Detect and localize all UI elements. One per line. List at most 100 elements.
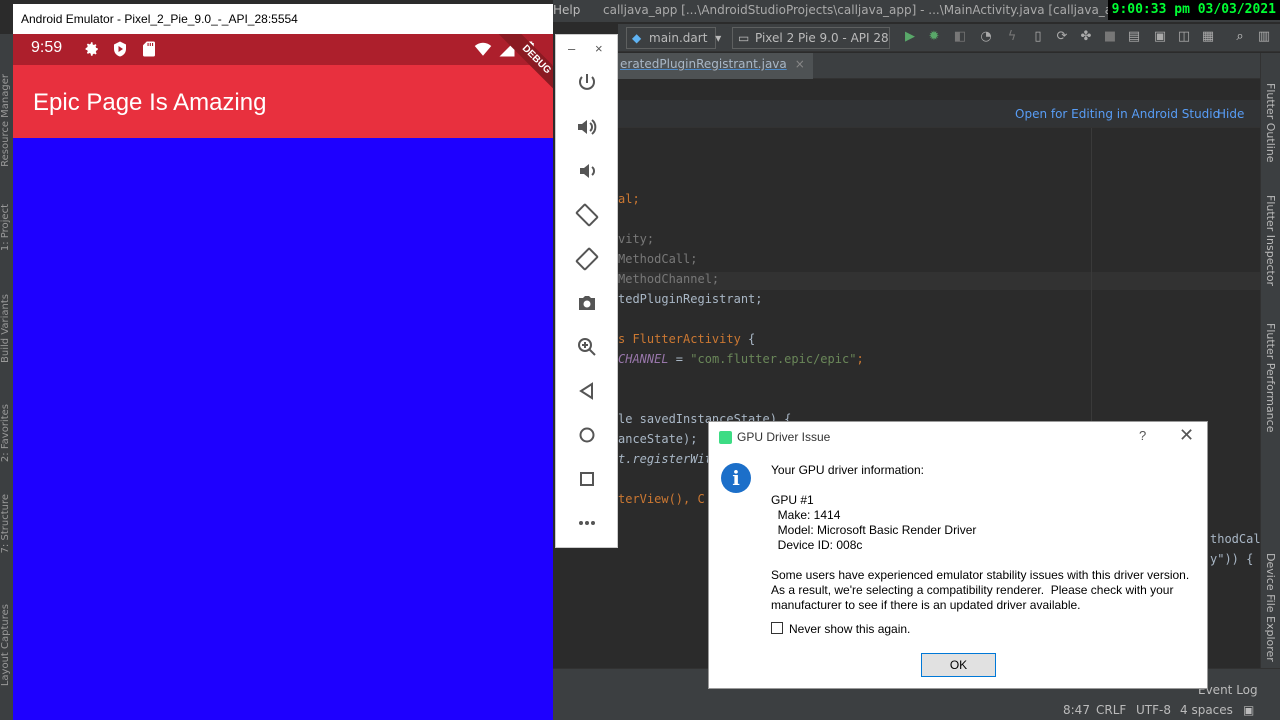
menu-help[interactable]: Help [553,0,580,20]
tab-label: eratedPluginRegistrant.java [620,57,787,71]
line-separator[interactable]: CRLF [1096,703,1126,717]
code-token: s [618,332,633,346]
zoom-icon[interactable] [575,335,599,359]
code-token: CHANNEL [618,352,669,366]
rotate-right-icon[interactable] [575,247,599,271]
emulator-window: Android Emulator - Pixel_2_Pie_9.0_-_API… [13,4,553,720]
tool-favorites[interactable]: 2: Favorites [0,404,11,462]
gpu-device-id: Device ID: 008c [771,538,863,552]
power-icon[interactable] [575,71,599,95]
code-line: MethodChannel; [618,272,720,286]
tool-layout-captures[interactable]: Layout Captures [0,604,11,686]
emulator-app-icon [719,431,732,444]
overview-icon[interactable] [575,467,599,491]
debug-banner: DEBUG [483,34,553,104]
ok-button[interactable]: OK [921,653,996,677]
code-line: tedPluginRegistrant; [618,292,763,306]
tool-structure[interactable]: 7: Structure [0,494,11,553]
code-token: = [668,352,691,366]
indent-setting[interactable]: 4 spaces [1180,703,1233,717]
camera-icon[interactable] [575,291,599,315]
never-show-checkbox[interactable] [771,622,783,634]
device-icon: ▭ [738,31,750,45]
sdk-manager-icon[interactable]: ▤ [1126,29,1142,45]
code-line: al; [618,192,640,206]
volume-up-icon[interactable] [575,115,599,139]
file-encoding[interactable]: UTF-8 [1136,703,1171,717]
volume-down-icon[interactable] [575,159,599,183]
code-line: y")) { [1210,552,1254,566]
status-time: 9:59 [31,39,63,56]
close-button[interactable]: ✕ [1179,425,1194,446]
dialog-message-line: Some users have experienced emulator sta… [771,568,1190,582]
tool-project[interactable]: 1: Project [0,204,11,251]
code-line: terView(), C [618,492,705,506]
gpu-make: Make: 1414 [771,508,841,522]
avd-manager-icon[interactable]: ▣ [1152,29,1168,45]
code-line: vity; [618,232,655,246]
more-icon[interactable] [575,511,599,535]
stop-icon[interactable]: ■ [1102,29,1118,45]
hide-banner-link[interactable]: Hide [1217,100,1244,128]
device-combo[interactable]: ▭ Pixel 2 Pie 9.0 - API 28 [732,27,890,49]
tool-build-variants[interactable]: Build Variants [0,294,11,363]
code-token: { [740,332,756,346]
hot-reload-icon[interactable]: ϟ [1004,29,1020,45]
code-line: CHANNEL = "com.flutter.epic/epic"; [618,352,864,366]
attach-icon[interactable]: ◧ [952,29,968,45]
code-line: t.registerWit [618,452,712,466]
open-for-editing-link[interactable]: Open for Editing in Android Studio [1015,100,1220,128]
code-line: MethodCall; [618,252,698,266]
emulator-title-bar[interactable]: Android Emulator - Pixel_2_Pie_9.0_-_API… [13,4,553,34]
clock-overlay: 9:00:33 pm 03/03/2021 [1107,0,1280,20]
dialog-message-line: manufacturer to see if there is an updat… [771,598,1081,612]
close-button[interactable]: × [595,41,603,56]
lock-icon[interactable]: ▣ [1243,703,1254,717]
debug-icon[interactable]: ✹ [926,29,942,45]
rotate-left-icon[interactable] [575,203,599,227]
code-token: FlutterActivity [632,332,741,346]
tool-flutter-inspector[interactable]: Flutter Inspector [1264,195,1277,286]
emulator-side-toolbar: – × [555,34,618,548]
caret-position[interactable]: 8:47 [1063,703,1090,717]
gpu-driver-dialog: GPU Driver Issue ? ✕ i Your GPU driver i… [708,421,1208,689]
device-label: Pixel 2 Pie 9.0 - API 28 [755,31,889,45]
android-status-bar: 9:59 [13,34,553,65]
home-icon[interactable] [575,423,599,447]
close-icon[interactable]: × [795,57,805,71]
code-token: "com.flutter.epic/epic" [690,352,857,366]
code-line: anceState); [618,432,698,446]
play-protect-icon [114,41,126,57]
ide-project-path: calljava_app [...\AndroidStudioProjects\… [603,3,1123,17]
back-icon[interactable] [575,379,599,403]
tab-generated-plugin-registrant[interactable]: eratedPluginRegistrant.java × [618,53,813,79]
never-show-label[interactable]: Never show this again. [789,622,910,636]
app-bar: Epic Page Is Amazing [13,65,553,138]
settings-gear-icon [85,42,98,56]
device-manager-icon[interactable]: ◫ [1176,29,1192,45]
tool-device-file-explorer[interactable]: Device File Explorer [1264,553,1277,662]
gradle-icon[interactable]: ✤ [1078,29,1094,45]
search-icon[interactable]: ⌕ [1232,29,1248,45]
app-body[interactable] [13,138,553,720]
left-tool-strip: Resource Manager 1: Project Build Varian… [0,34,13,720]
apply-changes-icon[interactable]: ▯ [1030,29,1046,45]
run-config-combo[interactable]: ◆ main.dart ▾ [626,27,721,49]
settings-icon[interactable]: ▥ [1256,29,1272,45]
profile-icon[interactable]: ◔ [978,29,994,45]
debug-label: DEBUG [491,34,553,104]
chevron-down-icon: ▾ [715,31,722,45]
sync-icon[interactable]: ⟳ [1054,29,1070,45]
tool-flutter-performance[interactable]: Flutter Performance [1264,323,1277,432]
dialog-heading: Your GPU driver information: [771,463,924,477]
minimize-button[interactable]: – [568,41,575,56]
dialog-message-line: As a result, we're selecting a compatibi… [771,583,1174,597]
tool-flutter-outline[interactable]: Flutter Outline [1264,83,1277,163]
layout-inspector-icon[interactable]: ▦ [1200,29,1216,45]
help-button[interactable]: ? [1139,428,1146,443]
tool-resource-manager[interactable]: Resource Manager [0,74,11,167]
ide-toolbar: ◆ main.dart ▾ ▭ Pixel 2 Pie 9.0 - API 28… [618,24,1280,52]
editor-notification-banner: Open for Editing in Android Studio Hide [618,100,1260,128]
right-tool-strip: Flutter Outline Flutter Inspector Flutte… [1260,53,1280,668]
run-icon[interactable]: ▶ [902,29,918,45]
